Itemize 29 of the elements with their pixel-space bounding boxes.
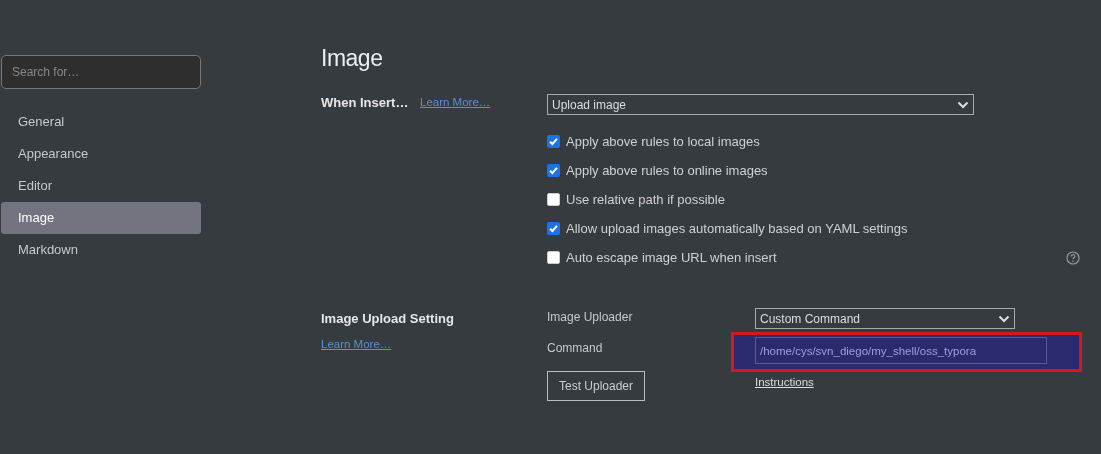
section-label: Image Upload Setting bbox=[321, 311, 454, 326]
checkbox[interactable] bbox=[547, 193, 560, 206]
instructions-link[interactable]: Instructions bbox=[755, 376, 814, 388]
sidebar-item[interactable]: General bbox=[1, 106, 201, 138]
checkbox-label: Apply above rules to online images bbox=[566, 163, 768, 178]
test-uploader-button[interactable]: Test Uploader bbox=[547, 371, 645, 401]
chevron-down-icon bbox=[998, 314, 1010, 323]
checkbox[interactable] bbox=[547, 222, 560, 235]
checkbox-label: Auto escape image URL when insert bbox=[566, 250, 777, 265]
search-field[interactable]: Search for… bbox=[1, 55, 201, 89]
section-label: When Insert… bbox=[321, 94, 410, 110]
sidebar-item[interactable]: Image bbox=[1, 202, 201, 234]
dropdown[interactable]: Custom Command bbox=[755, 308, 1015, 329]
command-field[interactable]: /home/cys/svn_diego/my_shell/oss_typora bbox=[755, 337, 1047, 364]
sidebar-item[interactable]: Markdown bbox=[1, 234, 201, 266]
sidebar-item[interactable]: Editor bbox=[1, 170, 201, 202]
checkbox[interactable] bbox=[547, 251, 560, 264]
help-icon[interactable] bbox=[1066, 250, 1080, 265]
checkbox[interactable] bbox=[547, 164, 560, 177]
checkbox-label: Apply above rules to local images bbox=[566, 134, 760, 149]
dropdown[interactable]: Upload image bbox=[547, 94, 974, 115]
field-label: Image Uploader bbox=[547, 310, 633, 324]
field-label: Command bbox=[547, 341, 603, 355]
sidebar-item[interactable]: Appearance bbox=[1, 138, 201, 170]
checkbox[interactable] bbox=[547, 135, 560, 148]
page-title: Image bbox=[321, 45, 384, 73]
checkbox-label: Use relative path if possible bbox=[566, 192, 725, 207]
checkbox-label: Allow upload images automatically based on YAML settings bbox=[566, 221, 908, 236]
chevron-down-icon bbox=[957, 100, 969, 109]
